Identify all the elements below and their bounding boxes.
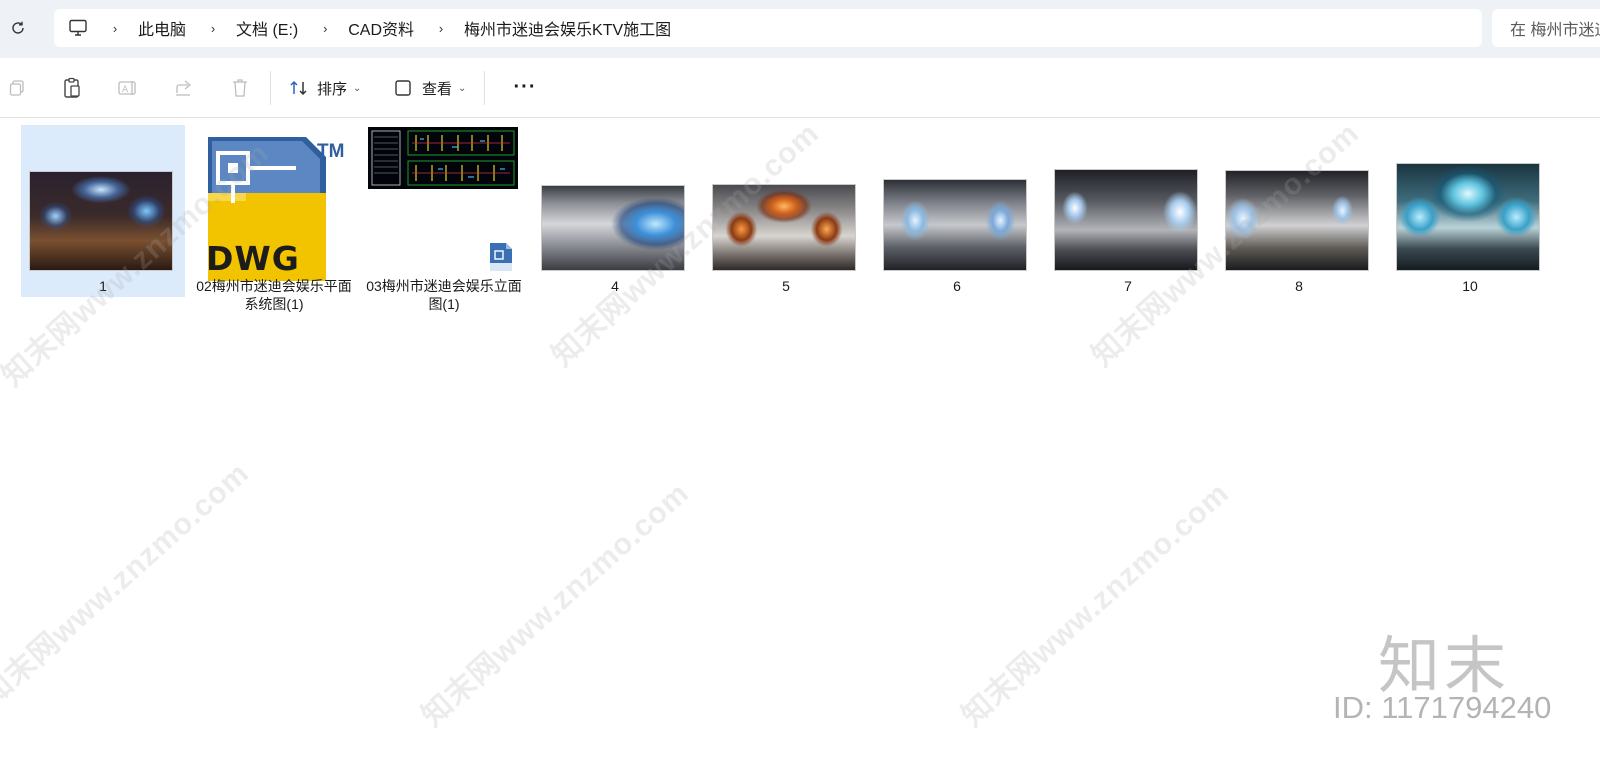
cad-drawing-thumbnail (368, 127, 518, 189)
address-bar-row: › 此电脑 › 文档 (E:) › CAD资料 › 梅州市迷迪会娱乐KTV施工图… (0, 0, 1600, 58)
more-icon[interactable]: ··· (512, 74, 538, 100)
breadcrumb[interactable]: › 此电脑 › 文档 (E:) › CAD资料 › 梅州市迷迪会娱乐KTV施工图 (54, 9, 1482, 47)
view-icon (394, 79, 412, 97)
sort-icon (289, 79, 309, 97)
file-item[interactable]: 5 (704, 125, 868, 297)
copy-icon[interactable] (6, 77, 28, 99)
file-item[interactable]: 4 (533, 125, 697, 297)
toolbar-divider (270, 71, 271, 105)
file-list: 1 DWG TM 02梅州市迷迪会娱乐平面系统图(1) 03梅州市迷迪会娱乐立面… (0, 119, 1600, 761)
sort-label: 排序 (317, 80, 348, 98)
breadcrumb-current-folder[interactable]: 梅州市迷迪会娱乐KTV施工图 (464, 16, 671, 40)
share-icon[interactable] (173, 77, 195, 99)
file-item[interactable]: 1 (21, 125, 185, 297)
breadcrumb-drive-e[interactable]: 文档 (E:) (236, 16, 298, 40)
file-name: 8 (1295, 278, 1303, 294)
file-item[interactable]: 03梅州市迷迪会娱乐立面图(1) (362, 125, 526, 312)
chevron-right-icon[interactable]: › (316, 18, 334, 38)
brand-id: ID: 1171794240 (1333, 690, 1552, 725)
image-thumbnail (1396, 163, 1540, 271)
rename-icon[interactable]: A (117, 77, 139, 99)
file-name: 6 (953, 278, 961, 294)
file-item[interactable]: 8 (1217, 125, 1381, 297)
image-thumbnail (1225, 170, 1369, 271)
sort-button[interactable]: 排序 ⌄ (289, 72, 361, 104)
file-name: 1 (99, 278, 107, 294)
image-thumbnail (1054, 169, 1198, 271)
file-item[interactable]: 6 (875, 125, 1039, 297)
image-thumbnail (541, 185, 685, 271)
breadcrumb-this-pc[interactable]: 此电脑 (138, 16, 186, 40)
file-name: 02梅州市迷迪会娱乐平面系统图(1) (196, 278, 352, 312)
view-label: 查看 (422, 80, 453, 98)
file-explorer-window: › 此电脑 › 文档 (E:) › CAD资料 › 梅州市迷迪会娱乐KTV施工图… (0, 0, 1600, 761)
file-name: 5 (782, 278, 790, 294)
dwg-badge: DWG (206, 239, 300, 278)
svg-text:A: A (122, 85, 129, 95)
chevron-down-icon: ⌄ (458, 82, 467, 94)
file-item[interactable]: DWG TM 02梅州市迷迪会娱乐平面系统图(1) (192, 125, 356, 312)
file-name: 03梅州市迷迪会娱乐立面图(1) (366, 278, 522, 312)
computer-icon[interactable] (68, 18, 88, 38)
image-thumbnail (883, 179, 1027, 271)
search-input[interactable]: 在 梅州市迷迪 (1492, 9, 1600, 47)
paste-icon[interactable] (61, 77, 83, 99)
chevron-right-icon[interactable]: › (432, 18, 450, 38)
trademark-label: TM (317, 141, 345, 162)
chevron-down-icon: ⌄ (353, 82, 362, 94)
chevron-right-icon[interactable]: › (106, 18, 124, 38)
file-item[interactable]: 10 (1388, 125, 1552, 297)
breadcrumb-cad-folder[interactable]: CAD资料 (348, 16, 414, 40)
refresh-icon[interactable] (6, 16, 30, 40)
dwg-file-icon (488, 241, 514, 273)
chevron-right-icon[interactable]: › (204, 18, 222, 38)
command-bar: A 排序 ⌄ 查看 ⌄ ··· (0, 58, 1600, 118)
dwg-file-icon: DWG TM (196, 133, 356, 283)
image-thumbnail (29, 171, 173, 271)
delete-icon[interactable] (229, 77, 251, 99)
file-name: 7 (1124, 278, 1132, 294)
file-item[interactable]: 7 (1046, 125, 1210, 297)
file-name: 10 (1462, 278, 1478, 294)
image-thumbnail (712, 184, 856, 271)
view-button[interactable]: 查看 ⌄ (394, 72, 466, 104)
toolbar-divider (484, 71, 485, 105)
file-name: 4 (611, 278, 619, 294)
